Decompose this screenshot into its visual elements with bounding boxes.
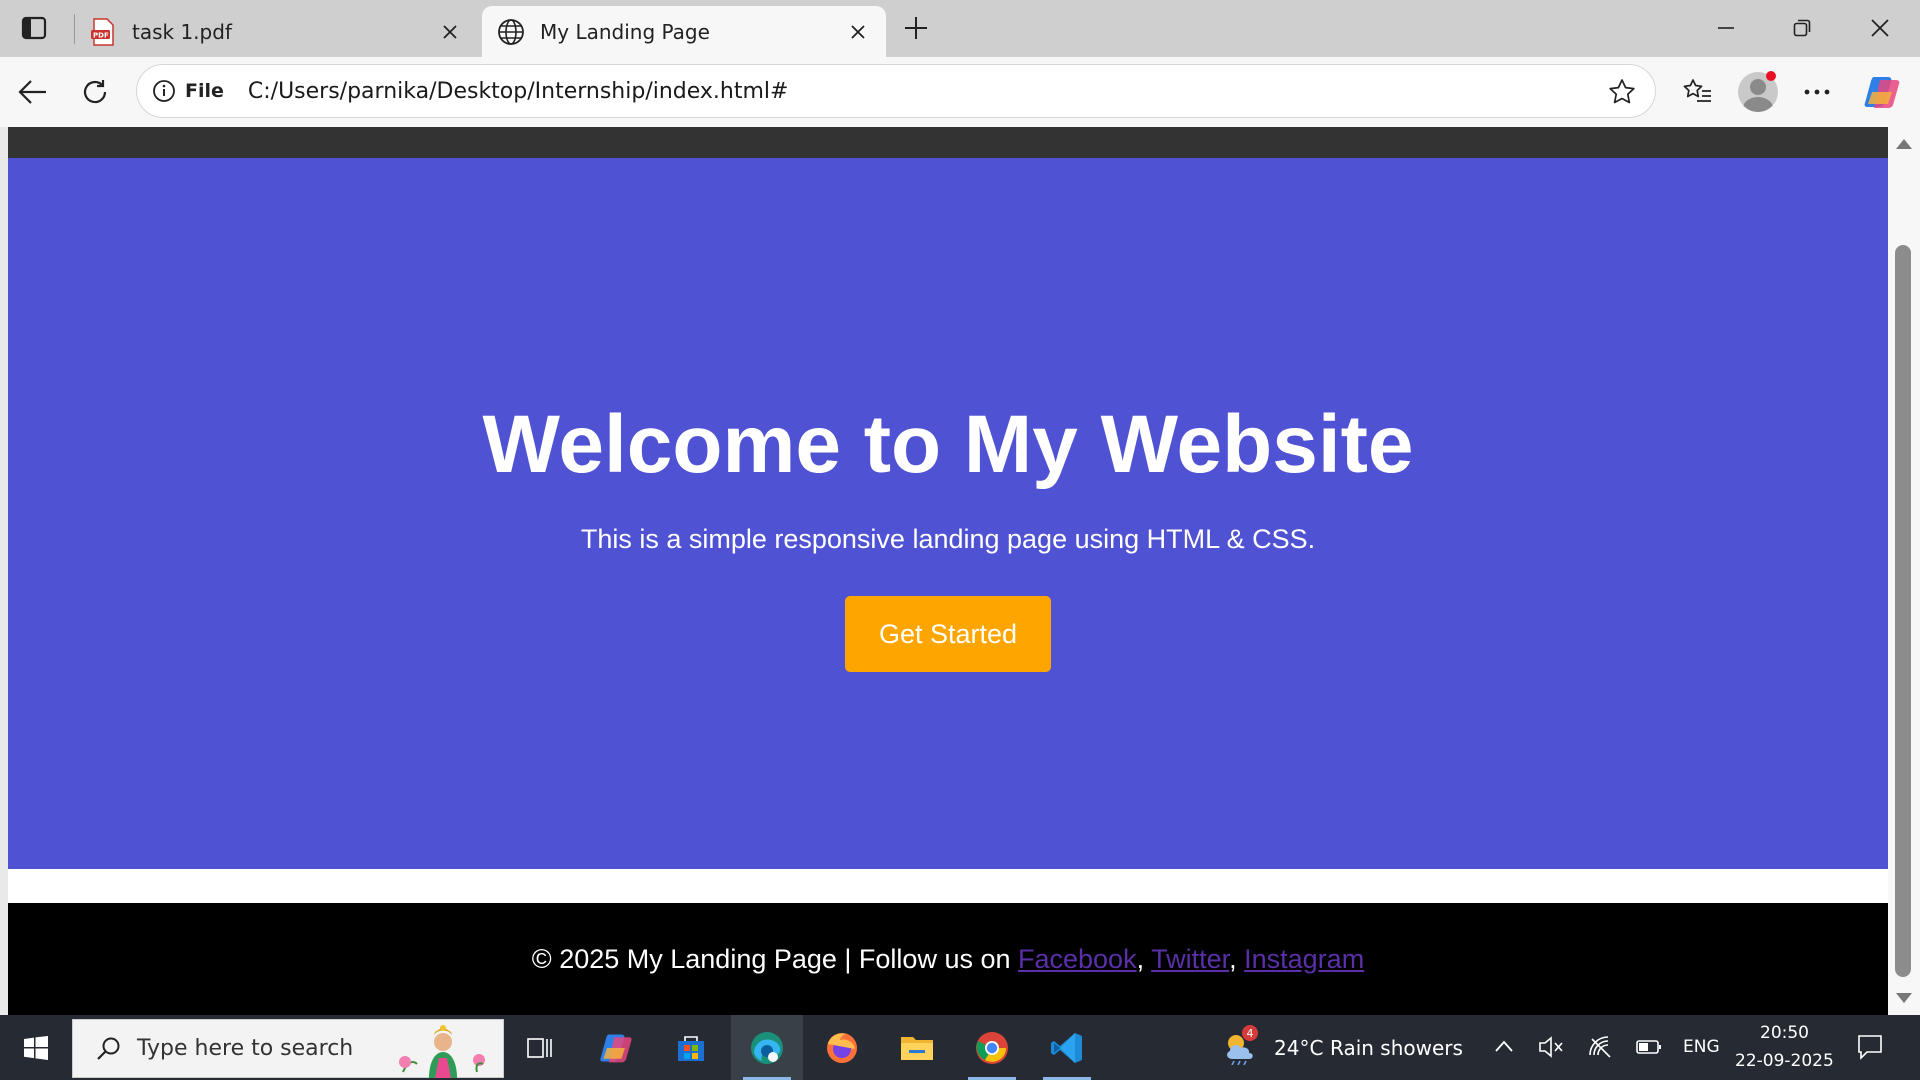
taskbar-search-box[interactable]: Type here to search [72, 1019, 504, 1078]
footer-text: © 2025 My Landing Page | Follow us on Fa… [532, 944, 1364, 975]
reload-icon [83, 80, 107, 104]
taskbar-chrome[interactable] [956, 1015, 1028, 1080]
vertical-scrollbar[interactable] [1888, 127, 1920, 1015]
taskbar-vscode[interactable] [1031, 1015, 1103, 1080]
tab-task-pdf[interactable]: PDF task 1.pdf [74, 6, 478, 57]
scheme-label: File [185, 80, 224, 102]
scrollbar-thumb[interactable] [1895, 245, 1911, 977]
tab-actions-icon [21, 16, 47, 40]
hero-title: Welcome to My Website [482, 399, 1414, 490]
site-navbar [8, 127, 1888, 158]
edge-icon [751, 1031, 783, 1064]
facebook-link[interactable]: Facebook [1018, 944, 1137, 974]
tab-title: task 1.pdf [132, 19, 232, 44]
plus-icon [905, 17, 927, 39]
more-dots-icon [1804, 89, 1830, 95]
start-button[interactable] [0, 1015, 72, 1080]
globe-icon [496, 17, 526, 47]
tab-strip: PDF task 1.pdf My Landing Page [0, 0, 1920, 57]
twitter-link[interactable]: Twitter [1151, 944, 1229, 974]
taskbar-firefox[interactable] [806, 1015, 878, 1080]
task-view-icon [527, 1037, 552, 1058]
hero-subtitle: This is a simple responsive landing page… [580, 524, 1316, 554]
volume-muted-icon[interactable] [1538, 1035, 1564, 1059]
chrome-icon [976, 1031, 1008, 1064]
microsoft-store-icon [678, 1035, 704, 1061]
back-arrow-icon [18, 80, 46, 104]
weather-badge: 4 [1242, 1025, 1258, 1041]
taskbar-edge-browser[interactable] [731, 1015, 803, 1080]
footer-separator: , [1136, 943, 1152, 974]
taskbar-file-explorer[interactable] [881, 1015, 953, 1080]
more-options-button[interactable] [1796, 71, 1838, 113]
svg-text:PDF: PDF [93, 31, 109, 39]
show-hidden-icons-chevron-icon[interactable] [1494, 1039, 1514, 1053]
battery-icon[interactable] [1636, 1039, 1662, 1055]
folder-icon [901, 1036, 933, 1060]
back-button[interactable] [12, 71, 54, 113]
scroll-up-arrow-icon[interactable] [1896, 139, 1912, 149]
taskbar-copilot-app[interactable] [580, 1015, 652, 1080]
notification-dot [1766, 71, 1776, 81]
info-icon[interactable] [151, 78, 177, 104]
task-view-button[interactable] [504, 1015, 576, 1080]
notifications-icon[interactable] [1857, 1034, 1883, 1060]
tab-title: My Landing Page [540, 19, 710, 44]
footer-copyright: © 2025 My Landing Page | Follow us on [531, 943, 1018, 974]
clock-time[interactable]: 20:50 [1760, 1023, 1809, 1043]
page-viewport: Welcome to My Website This is a simple r… [8, 127, 1888, 1015]
favorite-star-icon[interactable] [1607, 77, 1637, 107]
footer-separator: , [1229, 943, 1245, 974]
network-icon[interactable] [1588, 1035, 1614, 1059]
address-bar[interactable]: File C:/Users/parnika/Desktop/Internship… [136, 64, 1656, 118]
copilot-icon[interactable] [1862, 72, 1902, 112]
restore-icon [1793, 19, 1811, 37]
tab-my-landing-page[interactable]: My Landing Page [482, 6, 886, 57]
browser-toolbar: File C:/Users/parnika/Desktop/Internship… [0, 57, 1920, 127]
taskbar-microsoft-store[interactable] [655, 1015, 727, 1080]
minimize-button[interactable] [1706, 10, 1746, 46]
search-highlight-illustration [399, 1025, 485, 1078]
search-placeholder: Type here to search [137, 1036, 354, 1061]
restore-button[interactable] [1782, 10, 1822, 46]
vscode-icon [1051, 1032, 1082, 1063]
language-indicator[interactable]: ENG [1683, 1037, 1720, 1057]
firefox-icon [827, 1032, 857, 1063]
pdf-icon: PDF [88, 17, 118, 47]
close-tab-icon[interactable] [436, 18, 464, 46]
minimize-icon [1718, 27, 1734, 29]
clock-date[interactable]: 22-09-2025 [1735, 1051, 1834, 1071]
new-tab-button[interactable] [898, 10, 934, 46]
favorites-list-icon [1683, 79, 1711, 102]
search-icon [95, 1035, 123, 1063]
hero-section: Welcome to My Website This is a simple r… [8, 158, 1888, 869]
get-started-button[interactable]: Get Started [845, 596, 1051, 672]
close-tab-icon[interactable] [844, 18, 872, 46]
reload-button[interactable] [74, 71, 116, 113]
scroll-down-arrow-icon[interactable] [1896, 993, 1912, 1003]
tab-actions-button[interactable] [14, 12, 54, 44]
url-text[interactable]: C:/Users/parnika/Desktop/Internship/inde… [248, 79, 789, 104]
copilot-icon [600, 1034, 632, 1062]
windows-taskbar: Type here to search 4 24°C Rain showers … [0, 1015, 1920, 1080]
weather-description[interactable]: Rain showers [1330, 1036, 1463, 1060]
close-window-button[interactable] [1860, 10, 1900, 46]
site-footer: © 2025 My Landing Page | Follow us on Fa… [8, 903, 1888, 1015]
close-icon [1871, 19, 1889, 37]
favorites-button[interactable] [1676, 71, 1718, 113]
windows-logo-icon [24, 1035, 48, 1060]
instagram-link[interactable]: Instagram [1244, 944, 1364, 974]
weather-temp[interactable]: 24°C [1274, 1036, 1323, 1060]
